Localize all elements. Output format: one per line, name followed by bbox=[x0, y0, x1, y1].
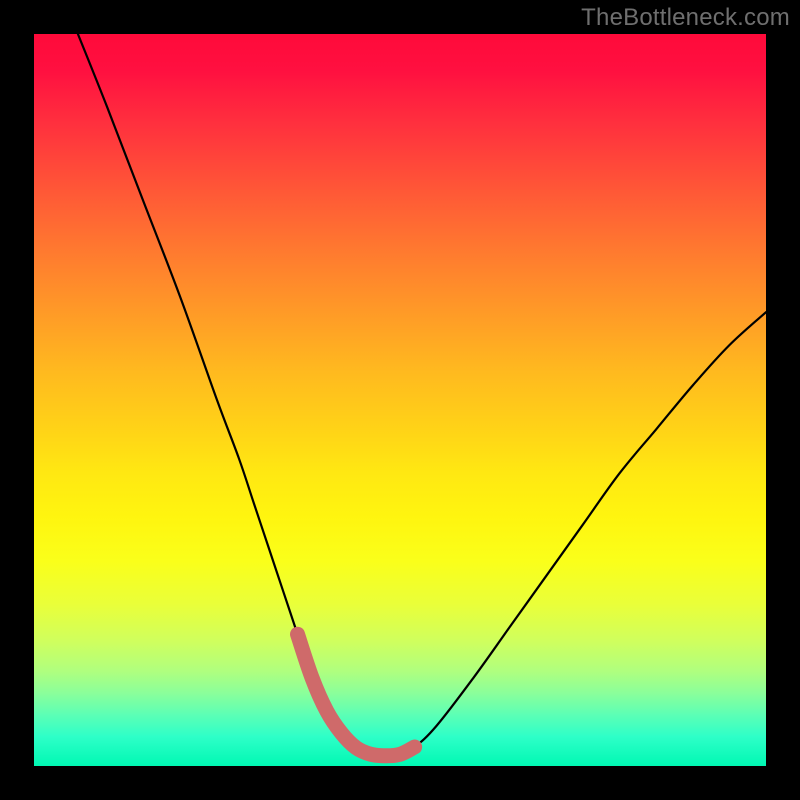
bottleneck-curve bbox=[78, 34, 766, 756]
chart-svg bbox=[34, 34, 766, 766]
bottleneck-highlight bbox=[298, 634, 415, 756]
chart-frame: TheBottleneck.com bbox=[0, 0, 800, 800]
watermark-label: TheBottleneck.com bbox=[581, 4, 790, 32]
plot-area bbox=[34, 34, 766, 766]
